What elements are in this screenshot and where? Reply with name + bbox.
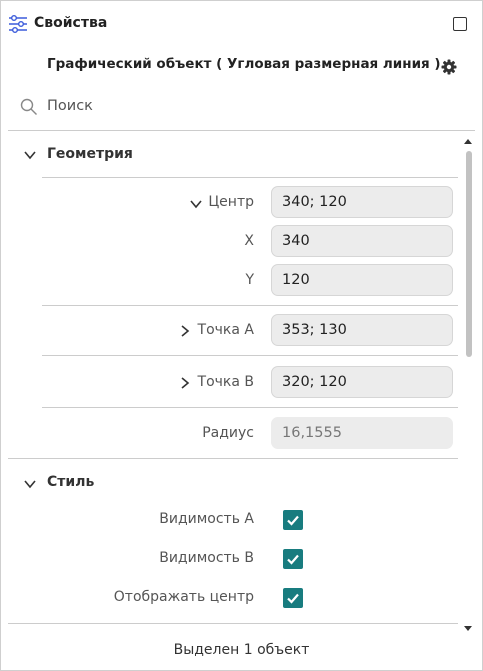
- y-field[interactable]: 120: [271, 264, 453, 296]
- divider: [42, 407, 458, 408]
- chevron-down-icon[interactable]: [23, 147, 37, 166]
- object-type-title: Графический объект ( Угловая размерная л…: [47, 56, 441, 72]
- gear-icon[interactable]: [441, 59, 457, 79]
- visibility-a-label: Видимость А: [159, 511, 254, 527]
- show-center-label: Отображать центр: [113, 589, 254, 605]
- center-field[interactable]: 340; 120: [271, 186, 453, 218]
- properties-panel: Свойства Графический объект ( Угловая ра…: [0, 0, 483, 671]
- scroll-up-icon[interactable]: [464, 139, 472, 144]
- search-input[interactable]: Поиск: [47, 98, 93, 114]
- checkmark-icon: [287, 554, 299, 565]
- search-icon: [20, 98, 38, 120]
- point-a-label: Точка А: [197, 322, 254, 338]
- chevron-down-icon[interactable]: [23, 476, 37, 495]
- y-label: Y: [245, 272, 254, 288]
- point-a-field[interactable]: 353; 130: [271, 314, 453, 346]
- radius-label: Радиус: [202, 425, 254, 441]
- divider: [42, 355, 458, 356]
- visibility-a-checkbox[interactable]: [283, 510, 303, 530]
- chevron-right-icon[interactable]: [178, 323, 192, 342]
- divider: [8, 458, 458, 459]
- show-center-checkbox[interactable]: [283, 588, 303, 608]
- chevron-down-icon[interactable]: [189, 196, 203, 215]
- divider: [42, 177, 458, 178]
- center-label: Центр: [208, 194, 254, 210]
- radius-field: 16,1555: [271, 417, 453, 449]
- x-label: X: [244, 233, 254, 249]
- divider: [8, 623, 458, 624]
- point-b-field[interactable]: 320; 120: [271, 366, 453, 398]
- section-style-title[interactable]: Стиль: [47, 474, 94, 490]
- panel-title: Свойства: [34, 15, 108, 31]
- search-divider: [8, 130, 475, 131]
- x-field[interactable]: 340: [271, 225, 453, 257]
- visibility-b-label: Видимость В: [159, 550, 254, 566]
- status-bar: Выделен 1 объект: [173, 642, 310, 658]
- divider: [42, 305, 458, 306]
- section-geometry-title[interactable]: Геометрия: [47, 146, 133, 162]
- point-b-label: Точка В: [197, 374, 254, 390]
- checkmark-icon: [287, 593, 299, 604]
- properties-settings-icon: [8, 14, 28, 38]
- scrollbar-thumb[interactable]: [466, 151, 472, 357]
- visibility-b-checkbox[interactable]: [283, 549, 303, 569]
- checkmark-icon: [287, 515, 299, 526]
- scroll-down-icon[interactable]: [464, 626, 472, 631]
- chevron-right-icon[interactable]: [178, 375, 192, 394]
- maximize-icon[interactable]: [453, 17, 467, 31]
